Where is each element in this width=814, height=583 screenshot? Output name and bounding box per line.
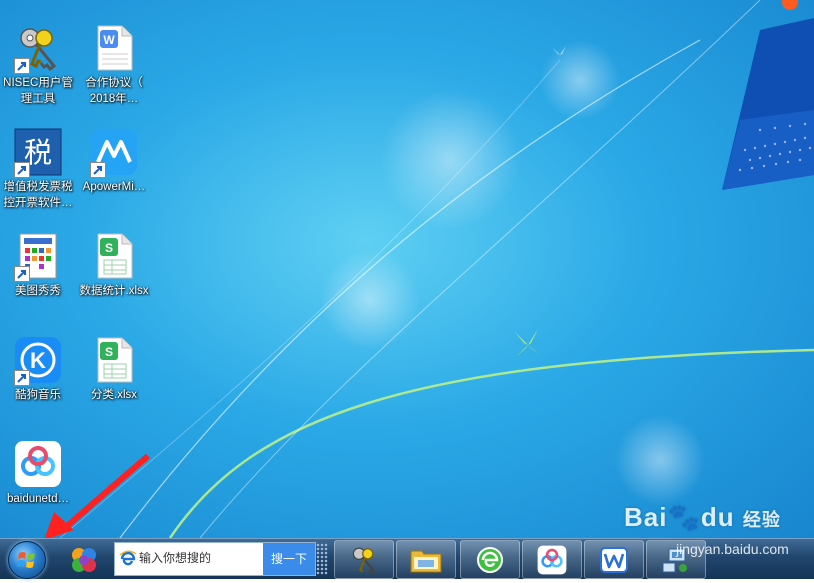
desktop-icon-meitu[interactable]: 美图秀秀 [0, 232, 80, 299]
shortcut-arrow-icon [14, 370, 30, 386]
kugou-icon: K [14, 336, 62, 386]
shortcut-arrow-icon [90, 162, 106, 178]
svg-text:W: W [103, 33, 115, 47]
svg-text:K: K [30, 348, 46, 373]
start-button[interactable] [8, 541, 46, 579]
browser-icon [477, 546, 503, 573]
taskbar-app-360[interactable] [54, 540, 114, 579]
desktop-icon-label: ApowerMi… [82, 181, 146, 193]
meitu-icon [14, 232, 62, 282]
taskbar-app-nisec[interactable] [334, 540, 394, 579]
desktop-icon-label: 美图秀秀 [15, 285, 61, 297]
svg-text:S: S [105, 345, 113, 359]
svg-text:S: S [105, 241, 113, 255]
desktop-icon-label: 理工具 [20, 93, 56, 105]
folder-icon [410, 550, 442, 572]
color-balls-icon [72, 547, 96, 572]
keys-icon [352, 547, 376, 575]
desktop-icon-baidunetdisk[interactable]: baidunetd… [0, 440, 80, 507]
search-box: 搜一下 [114, 542, 316, 576]
desktop-icon-label: NISEC用户管 [3, 77, 73, 89]
desktop-icon-kugou[interactable]: K 酷狗音乐 [0, 336, 80, 403]
desktop-icon-contract-doc[interactable]: W 合作协议（ 2018年… [72, 24, 156, 107]
desktop-icon-vat-invoice[interactable]: 税 增值税发票税 控开票软件… [0, 128, 80, 211]
baidu-netdisk-icon [14, 440, 62, 488]
desktop-icon-label: 2018年… [89, 93, 139, 105]
windows-logo-icon [17, 552, 35, 568]
search-button[interactable]: 搜一下 [263, 543, 315, 575]
desktop-icon-label: baidunetd… [6, 493, 70, 505]
wps-icon [600, 546, 628, 573]
taskbar-app-wps[interactable] [584, 540, 644, 579]
desktop-icon-data-stats-xlsx[interactable]: S 数据统计.xlsx [72, 232, 156, 299]
taskbar-app-browser[interactable] [460, 540, 520, 579]
baidu-netdisk-icon [537, 545, 567, 574]
wps-doc-icon: W [90, 24, 138, 72]
shortcut-arrow-icon [14, 58, 30, 74]
wps-sheet-icon: S [90, 232, 138, 280]
desktop-icon-label: 控开票软件… [3, 197, 73, 209]
desktop-icon-label: 增值税发票税 [3, 181, 73, 193]
taskbar: 搜一下 [0, 538, 814, 579]
desktop-icon-label: 数据统计.xlsx [79, 285, 149, 297]
taskbar-app-explorer[interactable] [396, 540, 456, 579]
watermark-brand-2: du [700, 502, 735, 532]
desktop-icon-label: 合作协议（ [85, 77, 143, 89]
keys-icon [14, 24, 62, 74]
shortcut-arrow-icon [14, 162, 30, 178]
watermark-url: jingyan.baidu.com [676, 541, 789, 557]
toolbar-grip[interactable] [316, 543, 328, 575]
watermark-brand: Bai [624, 502, 668, 532]
baidu-jingyan-watermark: Bai🐾du 经验 [624, 502, 781, 533]
taskbar-app-baidunetdisk[interactable] [522, 540, 582, 579]
apowermirror-icon [90, 128, 138, 178]
ie-icon [119, 550, 137, 566]
desktop-icon-category-xlsx[interactable]: S 分类.xlsx [72, 336, 156, 403]
desktop-icon-apowermirror[interactable]: ApowerMi… [72, 128, 156, 195]
desktop-icon-nisec[interactable]: NISEC用户管 理工具 [0, 24, 80, 107]
paw-icon: 🐾 [667, 502, 701, 532]
tax-icon: 税 [14, 128, 62, 178]
desktop[interactable]: NISEC用户管 理工具 W 合作协议（ 2018年… 税 增值税发票税 控开票… [0, 0, 814, 538]
desktop-icon-label: 酷狗音乐 [15, 389, 61, 401]
shortcut-arrow-icon [14, 266, 30, 282]
wps-sheet-icon: S [90, 336, 138, 384]
search-input[interactable] [139, 547, 269, 569]
watermark-jingyan: 经验 [742, 510, 781, 530]
desktop-icon-label: 分类.xlsx [91, 389, 137, 401]
